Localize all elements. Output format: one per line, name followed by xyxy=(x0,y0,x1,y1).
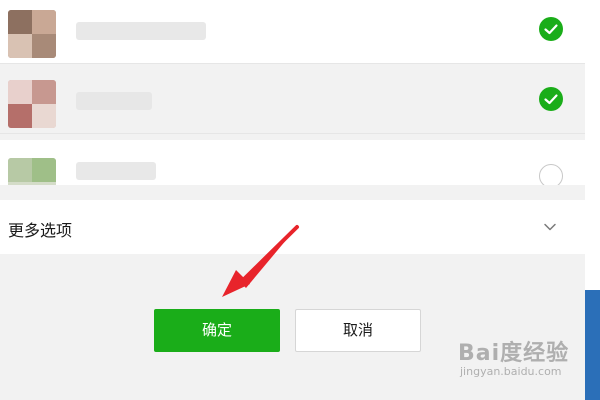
more-options-row[interactable]: 更多选项 xyxy=(0,200,585,254)
avatar xyxy=(8,10,56,58)
confirm-button[interactable]: 确定 xyxy=(154,309,280,352)
contact-list xyxy=(0,0,585,185)
select-contacts-dialog: 更多选项 确定 取消 xyxy=(0,0,585,400)
contact-row[interactable] xyxy=(0,140,585,185)
check-circle-icon[interactable] xyxy=(539,17,563,41)
background-window-edge xyxy=(585,0,600,400)
check-circle-icon[interactable] xyxy=(539,87,563,111)
avatar xyxy=(8,158,56,185)
chevron-down-icon[interactable] xyxy=(543,220,557,234)
contact-name-blurred xyxy=(76,22,206,40)
contact-row[interactable] xyxy=(0,0,585,64)
contact-row[interactable] xyxy=(0,70,585,134)
cancel-button[interactable]: 取消 xyxy=(295,309,421,352)
more-options-label: 更多选项 xyxy=(8,221,73,240)
contact-name-blurred xyxy=(76,162,156,180)
empty-circle-icon[interactable] xyxy=(539,164,563,185)
contact-name-blurred xyxy=(76,92,152,110)
avatar xyxy=(8,80,56,128)
